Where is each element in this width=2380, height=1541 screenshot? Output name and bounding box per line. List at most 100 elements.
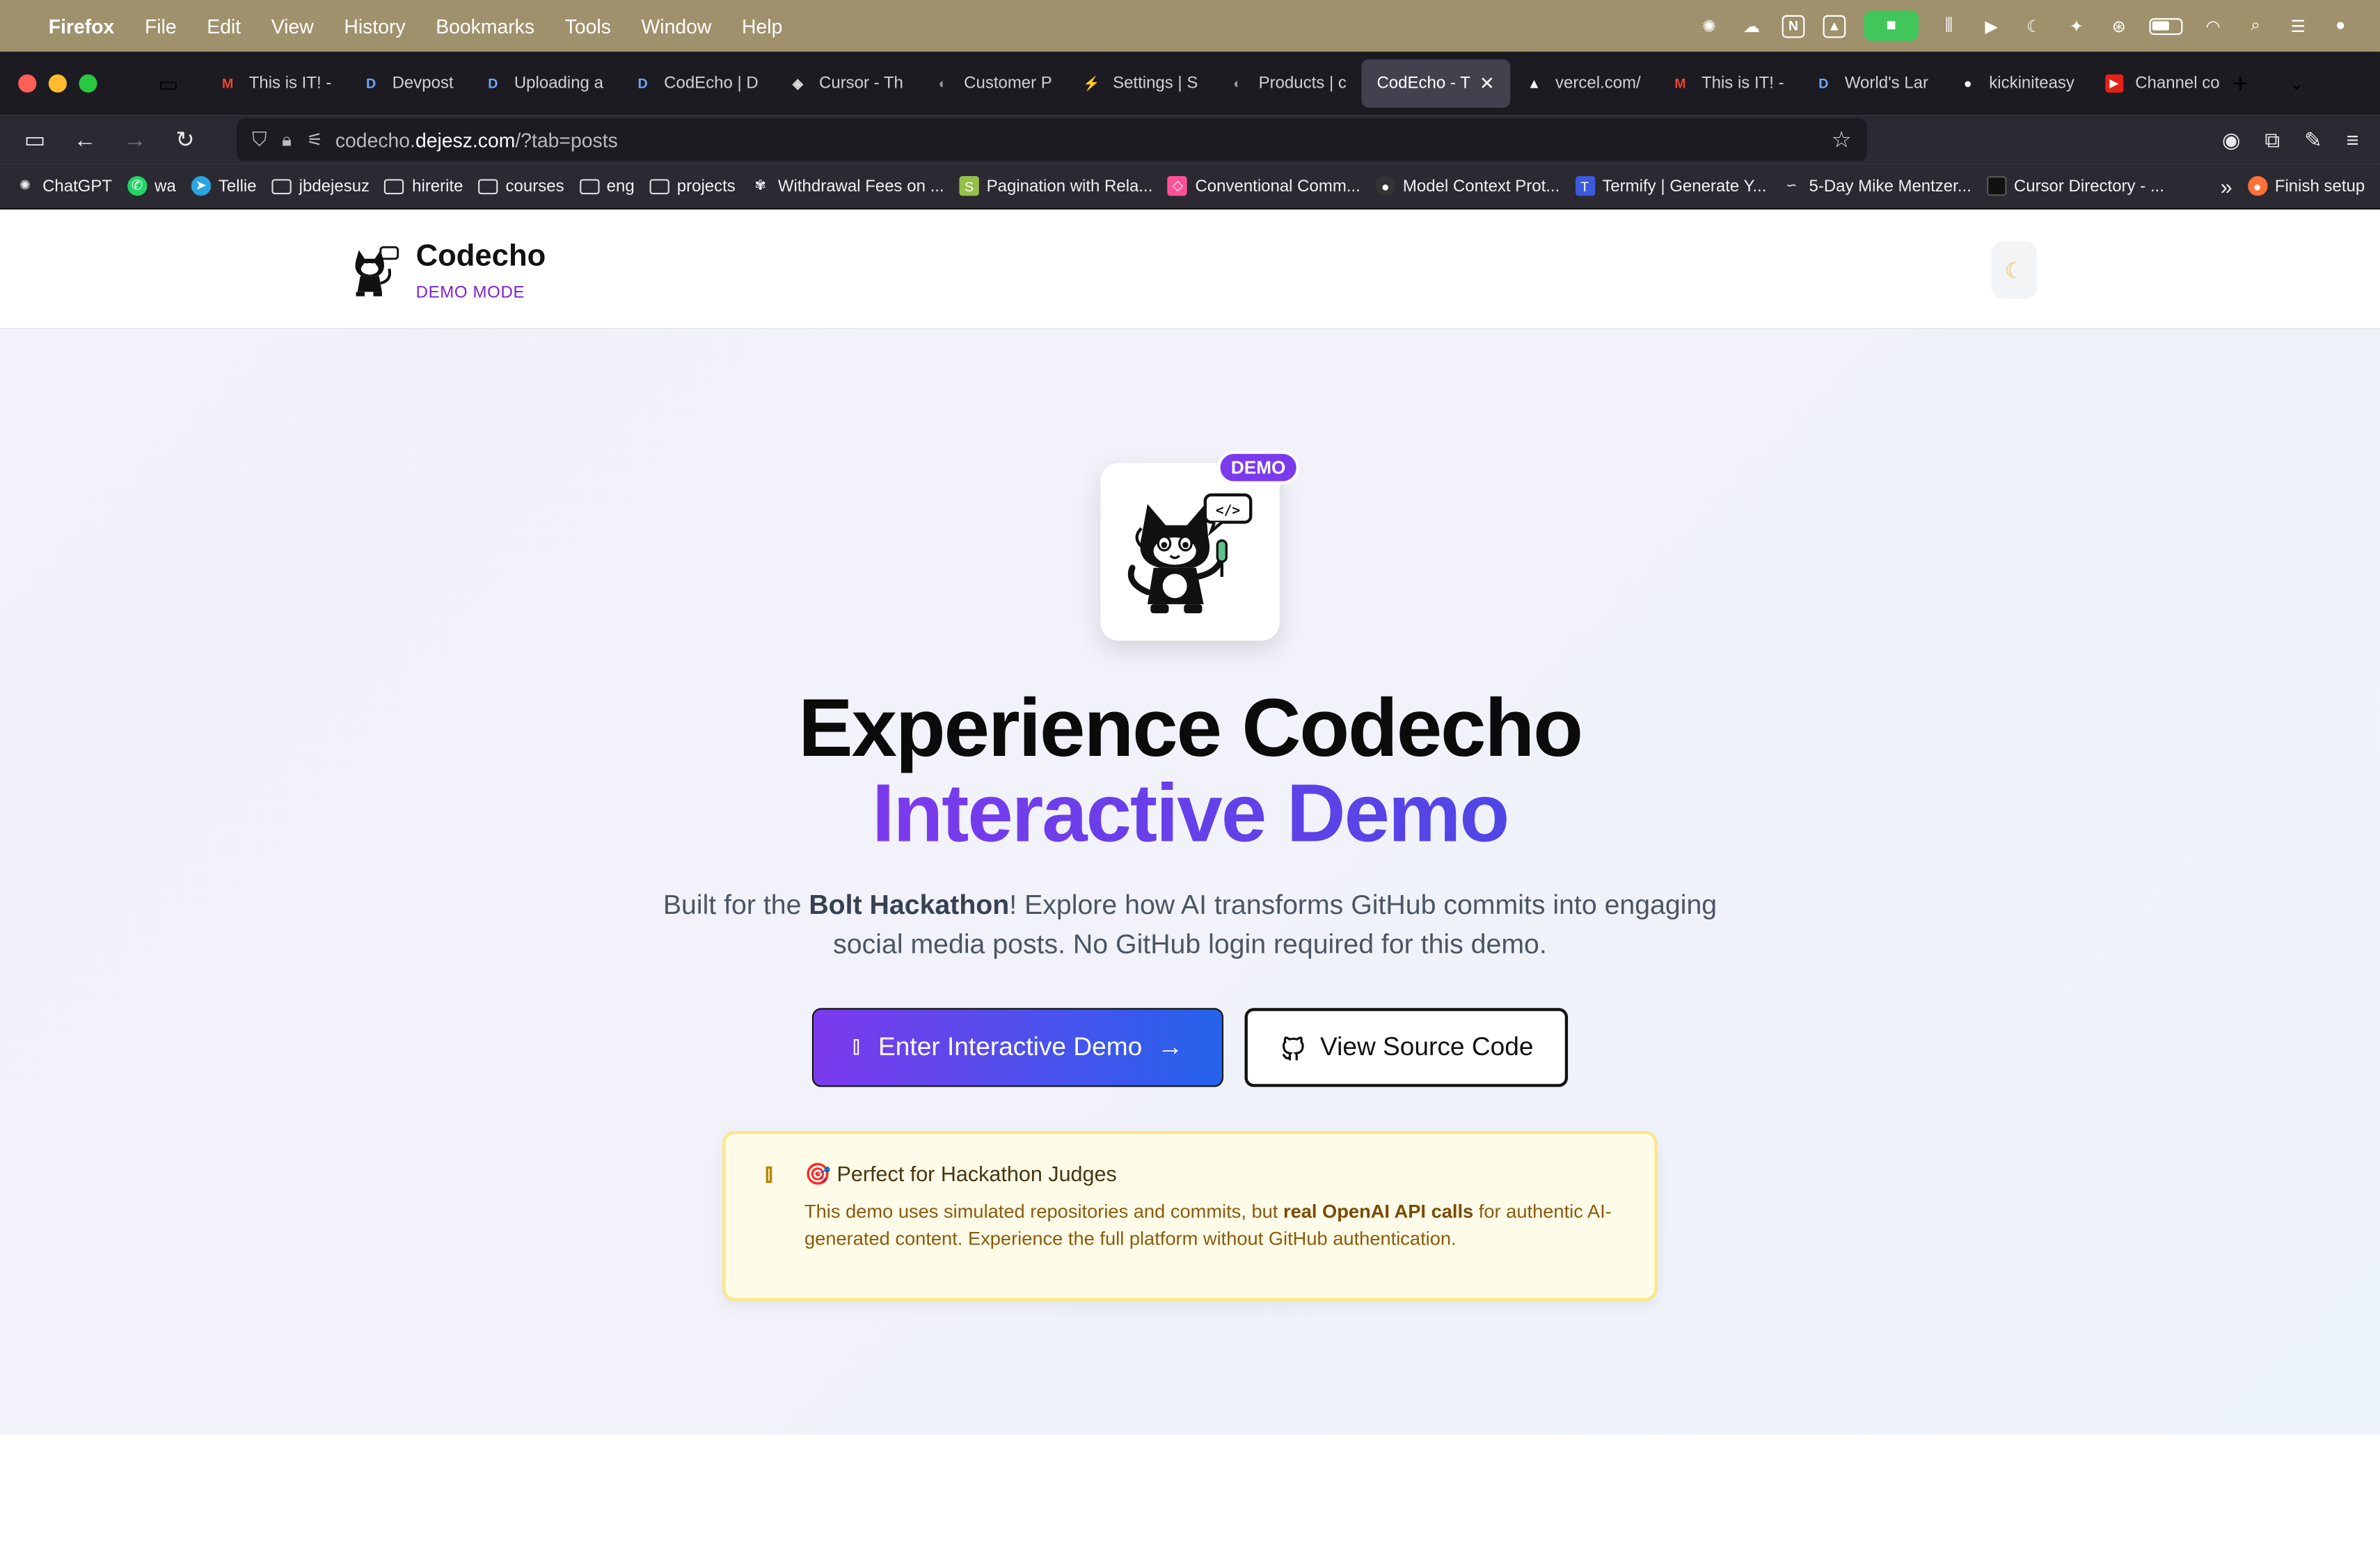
zoom-window-button[interactable]	[79, 74, 97, 93]
address-bar[interactable]: ⛉ 🔒︎ ⚟ codecho. dejesz.com/?tab=posts ☆	[237, 118, 1867, 161]
bookmark-pagination[interactable]: S Pagination with Rela...	[959, 176, 1152, 196]
bookmark-label: hirerite	[412, 177, 463, 196]
bookmark-folder-hirerite[interactable]: hirerite	[384, 177, 463, 196]
bookmark-folder-courses[interactable]: courses	[478, 177, 564, 195]
bookmark-label: Termify | Generate Y...	[1602, 177, 1767, 196]
menu-history[interactable]: History	[344, 15, 405, 38]
close-window-button[interactable]	[18, 74, 37, 93]
extension-icon[interactable]: ✎	[2304, 127, 2322, 152]
account-icon[interactable]: ◉	[2222, 127, 2241, 152]
bookmark-tellie[interactable]: ➤ Tellie	[191, 176, 257, 196]
devpost-icon: D	[365, 76, 376, 91]
toolbar-right: ◉ ⧉ ✎ ≡	[2222, 127, 2359, 152]
firefox-view-icon[interactable]: ▭	[154, 70, 182, 97]
menu-window[interactable]: Window	[642, 15, 712, 38]
play-icon[interactable]: ▶	[1979, 15, 2004, 37]
tab-5[interactable]: ◐ Customer P	[919, 59, 1068, 108]
menu-file[interactable]: File	[145, 15, 177, 38]
more-bookmarks-chevron-icon[interactable]: »	[2221, 174, 2232, 198]
accessibility-icon[interactable]: ⊛	[2107, 15, 2131, 37]
bookmark-chatgpt[interactable]: ✺ ChatGPT	[15, 176, 112, 196]
bookmark-conventional-commits[interactable]: ◇ Conventional Comm...	[1168, 176, 1360, 196]
tab-4[interactable]: ◈ Cursor - Th	[774, 59, 919, 108]
notion-icon[interactable]: N	[1782, 14, 1805, 38]
cursor-icon: ◈	[792, 74, 804, 90]
siri-icon[interactable]: ●	[2329, 15, 2353, 37]
satellite-icon[interactable]: ✦	[2064, 15, 2088, 37]
tab-10[interactable]: M This is IT! -	[1656, 59, 1800, 108]
bookmark-wa[interactable]: ✆ wa	[127, 176, 176, 196]
view-source-code-button[interactable]: View Source Code	[1244, 1008, 1569, 1087]
hamburger-menu-icon[interactable]: ≡	[2347, 127, 2359, 152]
extensions-icon[interactable]: ⧉	[2264, 127, 2280, 152]
tab-3[interactable]: D CodEcho | D	[619, 59, 774, 108]
menu-tools[interactable]: Tools	[565, 15, 611, 38]
demo-badge: DEMO	[1217, 450, 1300, 484]
github-icon	[1282, 1036, 1304, 1061]
tab-9[interactable]: ▲ vercel.com/	[1510, 59, 1656, 108]
codecho-cat-logo-icon	[355, 245, 399, 296]
spotlight-search-icon[interactable]: ⌕	[2244, 15, 2268, 37]
shield-icon[interactable]: ⛉	[252, 127, 267, 152]
control-center-icon[interactable]: ☰	[2286, 15, 2310, 37]
bookmark-label: ChatGPT	[42, 177, 113, 196]
bookmark-folder-projects[interactable]: projects	[649, 177, 736, 195]
tab-11[interactable]: D World's Lar	[1799, 59, 1943, 108]
butterfly-icon: ✾	[754, 177, 767, 193]
theme-toggle-button[interactable]: ☾	[1991, 241, 2038, 299]
tab-list-chevron-icon[interactable]: ⌄	[2283, 70, 2310, 97]
forward-arrow-icon[interactable]: →	[121, 126, 148, 153]
close-tab-icon[interactable]: ✕	[1479, 73, 1495, 95]
drive-icon[interactable]: ▲	[1823, 14, 1846, 38]
tab-8-active[interactable]: CodEcho - T ✕	[1361, 59, 1510, 108]
weather-icon[interactable]: ☁	[1740, 15, 1764, 37]
reload-icon[interactable]: ↻	[171, 126, 198, 153]
tab-6[interactable]: ⚡ Settings | S	[1068, 59, 1214, 108]
site-brand[interactable]: Codecho DEMO MODE	[343, 240, 546, 302]
back-arrow-icon[interactable]: ←	[72, 126, 99, 153]
new-tab-icon[interactable]: +	[2227, 68, 2254, 98]
mentzer-icon: ∽	[1786, 177, 1798, 193]
devpost-icon: D	[637, 76, 648, 91]
wifi-icon[interactable]: ◠	[2201, 15, 2226, 37]
minimize-window-button[interactable]	[48, 74, 67, 93]
tab-label: World's Lar	[1844, 74, 1929, 93]
tab-1[interactable]: D Devpost	[347, 59, 468, 108]
battery-icon[interactable]	[2149, 17, 2183, 35]
sidebar-icon[interactable]: ▭	[22, 126, 49, 153]
tab-2[interactable]: D Uploading a	[468, 59, 618, 108]
menu-help[interactable]: Help	[742, 15, 782, 38]
tab-0[interactable]: M This is IT! -	[203, 59, 347, 108]
bookmark-label: Cursor Directory - ...	[2013, 177, 2164, 196]
airpods-icon[interactable]: ⫼	[1937, 15, 1961, 37]
lock-icon[interactable]: 🔒︎	[282, 128, 292, 151]
permissions-icon[interactable]: ⚟	[307, 129, 323, 150]
bookmark-label: Conventional Comm...	[1195, 177, 1360, 196]
menu-view[interactable]: View	[271, 15, 314, 38]
tab-label: This is IT! -	[248, 74, 332, 93]
tab-label: This is IT! -	[1701, 74, 1784, 93]
tab-13[interactable]: ▶ Channel co	[2090, 59, 2235, 108]
bookmark-cursor-directory[interactable]: Cursor Directory - ...	[1986, 176, 2164, 196]
menu-bookmarks[interactable]: Bookmarks	[436, 15, 534, 38]
bookmark-folder-eng[interactable]: eng	[579, 177, 635, 195]
bookmark-label: Tellie	[218, 177, 257, 196]
bookmark-finish-setup[interactable]: ● Finish setup	[2247, 176, 2365, 196]
openai-icon[interactable]: ✺	[1697, 15, 1721, 37]
tab-12[interactable]: ● kickiniteasy	[1944, 59, 2090, 108]
tab-label: Channel co	[2135, 74, 2220, 93]
bookmark-termify[interactable]: T Termify | Generate Y...	[1575, 176, 1766, 196]
facetime-icon[interactable]: ■	[1864, 10, 1919, 41]
folder-icon	[384, 178, 405, 194]
enter-interactive-demo-button[interactable]: ⫾ Enter Interactive Demo →	[811, 1008, 1223, 1087]
moon-icon[interactable]: ☾	[2022, 15, 2046, 37]
bookmark-model-context-protocol[interactable]: ● Model Context Prot...	[1375, 176, 1560, 196]
menu-edit[interactable]: Edit	[207, 15, 241, 38]
bookmark-withdrawal-fees[interactable]: ✾ Withdrawal Fees on ...	[751, 176, 944, 196]
tab-7[interactable]: ◐ Products | c	[1213, 59, 1362, 108]
bookmark-star-icon[interactable]: ☆	[1832, 126, 1852, 153]
menu-app-name[interactable]: Firefox	[49, 15, 115, 38]
app-menu: Firefox File Edit View History Bookmarks…	[49, 15, 813, 38]
bookmark-folder-jbdejesuz[interactable]: jbdejesuz	[271, 177, 370, 195]
bookmark-mike-mentzer[interactable]: ∽ 5-Day Mike Mentzer...	[1782, 176, 1972, 196]
